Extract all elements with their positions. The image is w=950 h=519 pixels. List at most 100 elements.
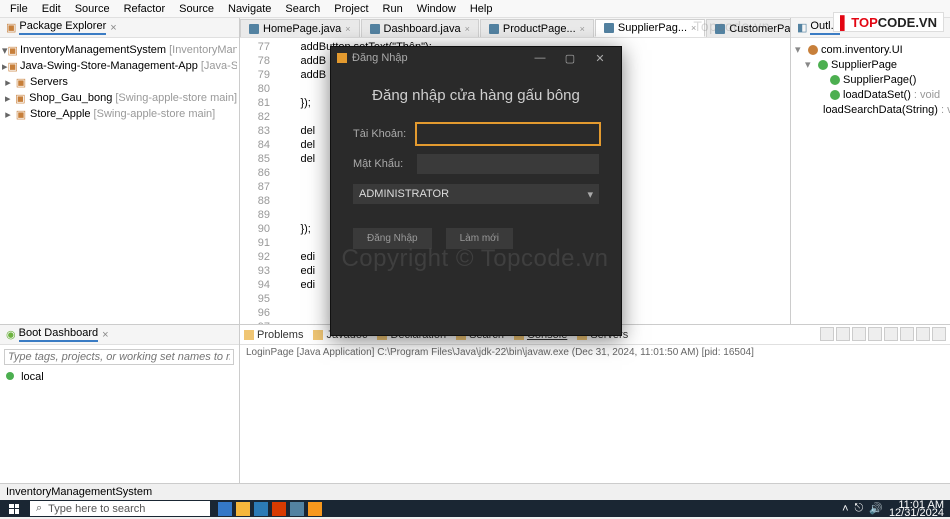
line-number: 84 (242, 138, 270, 152)
windows-icon (9, 504, 19, 514)
twisty-icon[interactable]: ▸ (2, 92, 14, 105)
outline-label: loadDataSet() (843, 89, 911, 101)
taskbar-app-icon[interactable] (218, 502, 232, 516)
toolbar-button[interactable] (852, 327, 866, 341)
taskbar-app-icon[interactable] (236, 502, 250, 516)
boot-dashboard: ◉ Boot Dashboard × local (0, 324, 240, 483)
outline-item[interactable]: loadDataSet(): void (793, 87, 948, 102)
outline-item[interactable]: SupplierPage() (793, 72, 948, 87)
taskbar-search[interactable]: ⌕ Type here to search (30, 501, 210, 516)
java-file-icon (370, 24, 380, 34)
editor-tab[interactable]: CustomerPag...× (706, 19, 790, 37)
tree-label: InventoryManagementSystem (20, 44, 166, 56)
chevron-down-icon: ▾ (587, 188, 593, 201)
dialog-titlebar[interactable]: Đăng Nhập — ▢ ✕ (331, 47, 621, 69)
username-input[interactable] (417, 124, 599, 144)
role-select[interactable]: ADMINISTRATOR ▾ (353, 184, 599, 204)
menu-project[interactable]: Project (328, 2, 374, 16)
close-icon[interactable]: × (580, 24, 585, 34)
outline-view: ◧ Outl... ▾com.inventory.UI▾SupplierPage… (790, 18, 950, 324)
tab-label: SupplierPag... (618, 22, 687, 34)
menu-help[interactable]: Help (464, 2, 499, 16)
twisty-icon[interactable]: ▾ (805, 58, 815, 71)
close-icon[interactable]: × (465, 24, 470, 34)
twisty-icon[interactable]: ▾ (795, 43, 805, 56)
menu-source2[interactable]: Source (173, 2, 220, 16)
close-icon[interactable]: × (345, 24, 350, 34)
outline-item[interactable]: ▾SupplierPage (793, 57, 948, 72)
editor-tab[interactable]: SupplierPag... × (595, 19, 705, 37)
line-number: 94 (242, 278, 270, 292)
taskbar-app-icon[interactable] (290, 502, 304, 516)
line-number: 83 (242, 124, 270, 138)
menu-bar: File Edit Source Refactor Source Navigat… (0, 0, 950, 18)
toolbar-button[interactable] (868, 327, 882, 341)
tab-label: ProductPage... (503, 23, 576, 35)
line-number: 92 (242, 250, 270, 264)
brand-part1: TOP (851, 15, 878, 30)
tray-date: 12/31/2024 (889, 509, 944, 517)
close-icon[interactable]: × (691, 23, 696, 33)
outline-label: loadSearchData(String) (823, 104, 938, 116)
outline-item[interactable]: ▾com.inventory.UI (793, 42, 948, 57)
maximize-button[interactable]: ▢ (555, 52, 585, 65)
console-tab[interactable]: Problems (244, 329, 303, 341)
tray-wifi-icon[interactable]: ⎋ (855, 502, 864, 515)
boot-filter-input[interactable] (4, 349, 234, 365)
tree-item[interactable]: ▾▣InventoryManagementSystem[InventoryMan… (2, 42, 237, 58)
outline-return: : void (914, 89, 940, 101)
toolbar-button[interactable] (884, 327, 898, 341)
outline-item[interactable]: loadSearchData(String): void (793, 102, 948, 117)
boot-local-item[interactable]: local (0, 369, 239, 385)
member-icon (830, 90, 840, 100)
login-heading: Đăng nhập cửa hàng gấu bông (331, 69, 621, 124)
close-button[interactable]: ✕ (585, 52, 615, 65)
tray-volume-icon[interactable]: 🔊 (869, 502, 883, 515)
reset-button[interactable]: Làm mới (446, 228, 513, 249)
editor-tab[interactable]: HomePage.java× (240, 19, 360, 37)
console-output-line: LoginPage [Java Application] C:\Program … (240, 345, 950, 360)
tray-chevron-icon[interactable]: ˄ (842, 503, 848, 515)
twisty-icon[interactable]: ▸ (2, 76, 14, 89)
menu-window[interactable]: Window (411, 2, 462, 16)
toolbar-button[interactable] (916, 327, 930, 341)
line-number: 77 (242, 40, 270, 54)
taskbar-app-icon[interactable] (308, 502, 322, 516)
line-number: 79 (242, 68, 270, 82)
menu-edit[interactable]: Edit (36, 2, 67, 16)
tree-item[interactable]: ▸▣Servers (2, 74, 237, 90)
menu-source[interactable]: Source (69, 2, 116, 16)
close-icon[interactable]: × (102, 329, 108, 341)
console-tab-label: Problems (257, 329, 303, 341)
menu-search[interactable]: Search (279, 2, 326, 16)
tree-suffix: [Java-Swing-Store-Manag (201, 60, 237, 72)
editor-tab[interactable]: Dashboard.java× (361, 19, 479, 37)
menu-file[interactable]: File (4, 2, 34, 16)
tree-label: Shop_Gau_bong (29, 92, 112, 104)
login-button[interactable]: Đăng Nhập (353, 228, 432, 249)
toolbar-button[interactable] (836, 327, 850, 341)
start-button[interactable] (0, 500, 28, 517)
editor-tabs: HomePage.java×Dashboard.java×ProductPage… (240, 18, 790, 38)
tree-item[interactable]: ▸▣Store_Apple[Swing-apple-store main] (2, 106, 237, 122)
taskbar-app-icon[interactable] (254, 502, 268, 516)
tab-label: CustomerPag... (729, 23, 790, 35)
toolbar-button[interactable] (900, 327, 914, 341)
password-input[interactable] (417, 154, 599, 174)
project-icon: ▣ (8, 44, 18, 56)
line-number: 85 (242, 152, 270, 166)
tree-item[interactable]: ▸▣Shop_Gau_bong[Swing-apple-store main] (2, 90, 237, 106)
package-explorer: ▣ Package Explorer × ▾▣InventoryManageme… (0, 18, 240, 324)
menu-run[interactable]: Run (377, 2, 409, 16)
menu-navigate[interactable]: Navigate (222, 2, 277, 16)
taskbar-app-icon[interactable] (272, 502, 286, 516)
toolbar-button[interactable] (932, 327, 946, 341)
menu-refactor[interactable]: Refactor (118, 2, 172, 16)
editor-tab[interactable]: ProductPage... × (480, 19, 594, 37)
toolbar-button[interactable] (820, 327, 834, 341)
tree-item[interactable]: ▸▣Java-Swing-Store-Management-App[Java-S… (2, 58, 237, 74)
twisty-icon[interactable]: ▸ (2, 108, 14, 121)
code-line: addB (276, 69, 326, 81)
close-icon[interactable]: × (110, 22, 116, 34)
minimize-button[interactable]: — (525, 52, 555, 64)
